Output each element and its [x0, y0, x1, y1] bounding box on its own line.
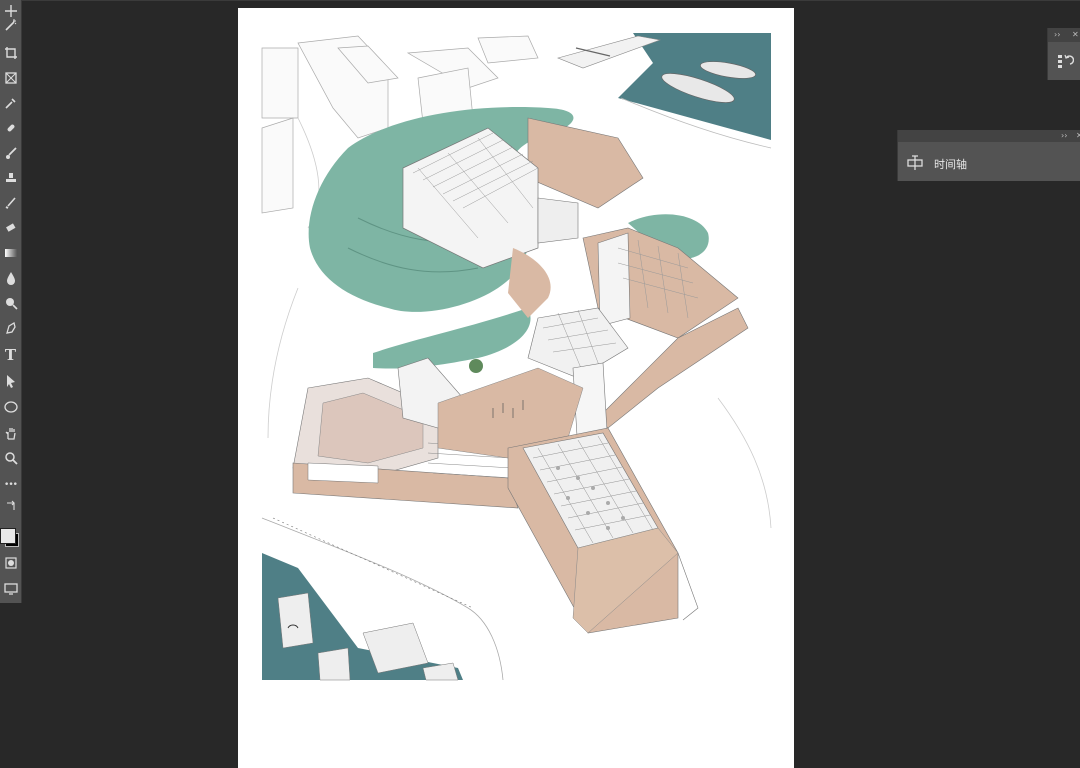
axonometric-site-drawing	[261, 33, 772, 681]
tree	[469, 359, 483, 373]
stamp-icon[interactable]	[0, 167, 21, 189]
timeline-label: 时间轴	[934, 158, 967, 171]
panel-header: ›› ✕	[1048, 28, 1080, 42]
timeline-tab[interactable]: 时间轴	[898, 142, 1080, 181]
top-edge	[0, 0, 1080, 1]
ellipse-icon[interactable]	[0, 396, 21, 418]
type-icon[interactable]: T	[0, 344, 21, 366]
path-selection-icon[interactable]	[0, 370, 21, 392]
close-panel-button[interactable]: ✕	[1076, 130, 1080, 142]
eyedropper-icon[interactable]	[0, 92, 21, 114]
document-canvas[interactable]	[238, 8, 794, 768]
more-tools-icon[interactable]: •••	[0, 474, 21, 496]
hand-icon[interactable]	[0, 422, 21, 444]
blur-icon[interactable]	[0, 267, 21, 289]
dock	[277, 592, 314, 649]
history-panel-icon[interactable]	[1056, 52, 1074, 70]
quick-mask-icon[interactable]	[0, 552, 21, 574]
dodge-icon[interactable]	[0, 292, 21, 314]
collapse-panel-button[interactable]: ››	[1061, 130, 1067, 142]
panel-header: ›› ✕	[898, 130, 1080, 142]
crop-icon[interactable]	[0, 42, 21, 64]
gradient-icon[interactable]	[0, 242, 21, 264]
eraser-icon[interactable]	[0, 217, 21, 239]
history-brush-icon[interactable]	[0, 192, 21, 214]
healing-brush-icon[interactable]	[0, 117, 21, 139]
magic-wand-icon[interactable]	[0, 14, 21, 36]
foreground-color-swatch[interactable]	[0, 528, 16, 544]
pen-icon[interactable]	[0, 317, 21, 339]
brush-icon[interactable]	[0, 142, 21, 164]
tools-panel: T •••	[0, 0, 22, 603]
swap-colors-icon[interactable]	[0, 498, 21, 514]
collapse-panel-button[interactable]: ››	[1054, 28, 1060, 42]
timeline-panel: ›› ✕ 时间轴	[897, 130, 1080, 181]
zoom-icon[interactable]	[0, 447, 21, 469]
close-panel-button[interactable]: ✕	[1072, 28, 1079, 42]
timeline-icon	[907, 155, 923, 170]
frame-icon[interactable]	[0, 67, 21, 89]
screen-mode-icon[interactable]	[0, 578, 21, 600]
pier-top	[557, 35, 662, 69]
history-mini-panel: ›› ✕	[1047, 28, 1080, 80]
